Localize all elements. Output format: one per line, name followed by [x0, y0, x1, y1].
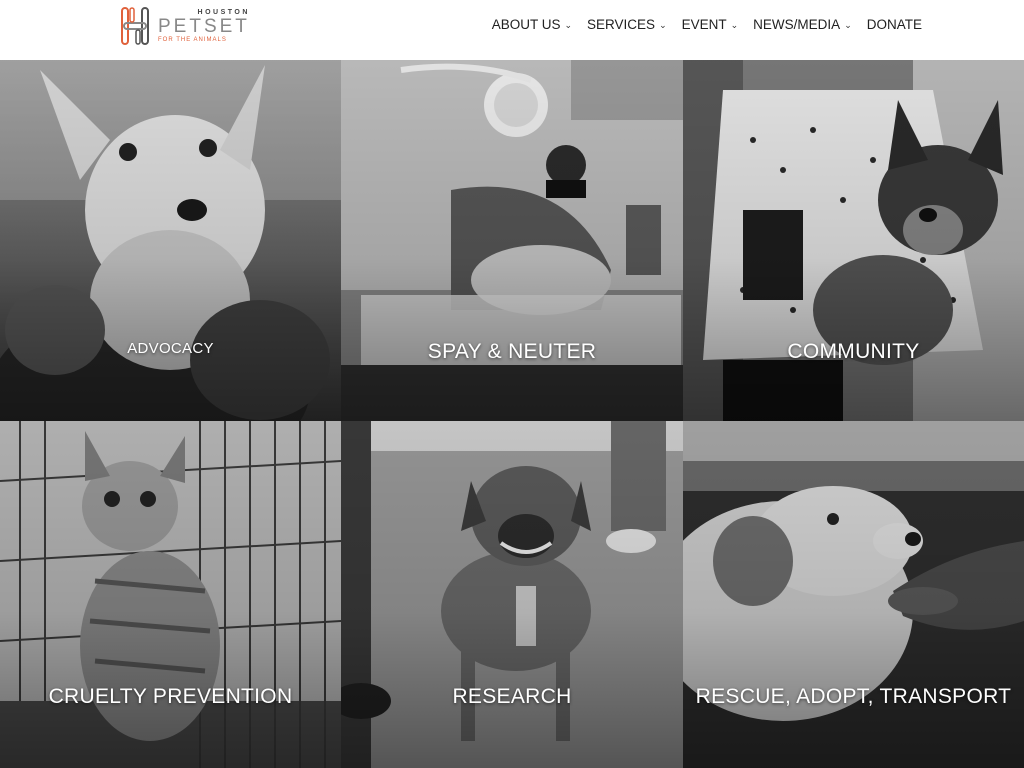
- nav-item-label: DONATE: [866, 16, 922, 32]
- logo-tagline: FOR THE ANIMALS: [158, 37, 227, 43]
- main-nav: ABOUT US ⌄ SERVICES ⌄ EVENT ⌄ NEWS/MEDIA…: [492, 14, 922, 34]
- site-logo[interactable]: HOUSTON PETSET FOR THE ANIMALS: [118, 5, 253, 47]
- nav-item-label: SERVICES: [587, 16, 656, 32]
- tile-label: RESEARCH: [452, 685, 572, 708]
- nav-item-news-media[interactable]: NEWS/MEDIA ⌄: [753, 17, 852, 32]
- nav-item-about-us[interactable]: ABOUT US ⌄: [492, 17, 572, 32]
- chevron-down-icon: ⌄: [659, 19, 667, 30]
- tile-label: ADVOCACY: [127, 340, 214, 357]
- tile-label: CRUELTY PREVENTION: [48, 685, 293, 708]
- tile-label: COMMUNITY: [787, 340, 920, 363]
- nav-item-label: EVENT: [681, 16, 727, 32]
- site-header: HOUSTON PETSET FOR THE ANIMALS ABOUT US …: [0, 0, 1024, 60]
- logo-main-text: PETSET: [158, 16, 250, 37]
- nav-item-donate[interactable]: DONATE: [867, 17, 922, 32]
- tile-overlay: [683, 421, 1024, 768]
- tile-label: SPAY & NEUTER: [427, 340, 597, 363]
- tile-research[interactable]: RESEARCH: [341, 421, 683, 768]
- tile-overlay: [341, 60, 683, 421]
- tile-overlay: [0, 421, 341, 768]
- tile-community[interactable]: COMMUNITY: [683, 60, 1024, 421]
- tile-cruelty-prevention[interactable]: CRUELTY PREVENTION: [0, 421, 341, 768]
- tile-overlay: [0, 60, 341, 421]
- services-grid: ADVOCACY SPAY & NEUTER COMMUNITY CRUELTY…: [0, 60, 1024, 768]
- tile-overlay: [341, 421, 683, 768]
- logo-top-text: HOUSTON: [197, 9, 250, 16]
- tile-rescue-adopt-transport[interactable]: RESCUE, ADOPT, TRANSPORT: [683, 421, 1024, 768]
- tile-overlay: [683, 60, 1024, 421]
- chevron-down-icon: ⌄: [730, 19, 739, 30]
- nav-item-event[interactable]: EVENT ⌄: [682, 17, 739, 32]
- chevron-down-icon: ⌄: [844, 19, 852, 30]
- tile-label: RESCUE, ADOPT, TRANSPORT: [695, 685, 1012, 708]
- logo-h-icon: [121, 7, 149, 45]
- nav-item-services[interactable]: SERVICES ⌄: [587, 17, 667, 32]
- tile-advocacy[interactable]: ADVOCACY: [0, 60, 341, 421]
- tile-spay-neuter[interactable]: SPAY & NEUTER: [341, 60, 683, 421]
- nav-item-label: ABOUT US: [491, 16, 561, 32]
- chevron-down-icon: ⌄: [564, 19, 573, 30]
- nav-item-label: NEWS/MEDIA: [753, 16, 841, 32]
